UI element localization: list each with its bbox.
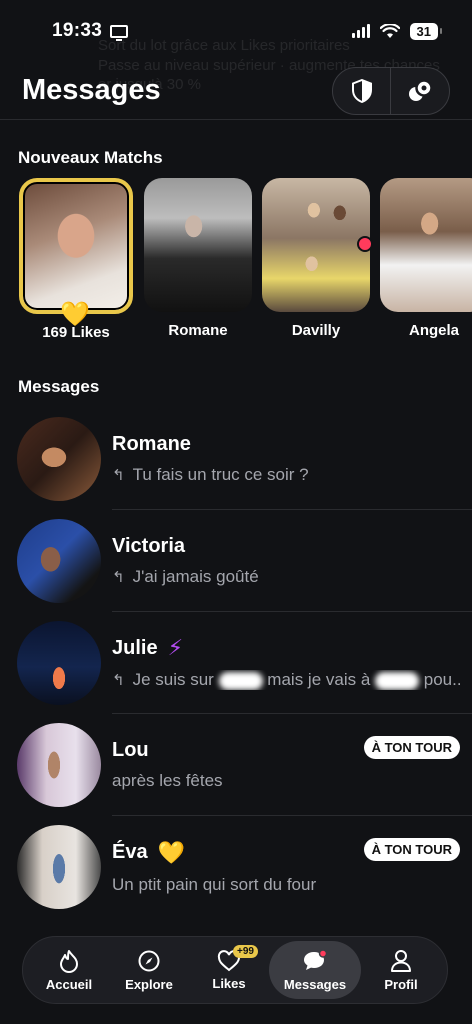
likes-card-image (19, 178, 133, 314)
preview-part: pou... (423, 670, 460, 689)
page-title: Messages (22, 74, 161, 106)
redacted-text (218, 671, 263, 690)
page-header: Sort du lot grâce aux Likes prioritaires… (0, 37, 472, 120)
safety-button[interactable] (333, 67, 391, 114)
nav-explore[interactable]: Explore (109, 941, 189, 999)
match-photo (262, 178, 370, 312)
compass-icon (138, 950, 160, 971)
match-name: Romane (168, 322, 228, 339)
match-name: Davilly (291, 322, 341, 339)
double-bubble-icon (409, 78, 433, 101)
clock: 19:33 (52, 20, 103, 41)
new-matches-title: Nouveaux Matchs (18, 148, 163, 167)
message-row[interactable]: Lou après les fêtes À TON TOUR (0, 714, 472, 816)
match-card-angela[interactable]: Angela (380, 178, 472, 339)
boost-bolt-icon: ⚡ (167, 635, 184, 660)
contact-name: Romane (112, 432, 191, 455)
likes-card[interactable]: 💛 169 Likes (19, 178, 133, 341)
contact-name: Julie (112, 636, 158, 659)
nav-accueil[interactable]: Accueil (29, 941, 109, 999)
avatar (17, 723, 101, 807)
nav-likes[interactable]: +99 Likes (189, 941, 269, 999)
redacted-text (375, 671, 420, 690)
nav-label: Profil (384, 976, 418, 992)
nav-profil[interactable]: Profil (361, 941, 441, 999)
message-preview: après les fêtes (112, 770, 223, 790)
new-match-dot (357, 236, 373, 252)
contact-name: Éva (112, 841, 148, 863)
message-row[interactable]: Éva 💛 Un ptit pain qui sort du four À TON… (0, 816, 472, 918)
reply-icon: ↰ (112, 466, 125, 484)
chat-icon (304, 948, 328, 970)
message-row[interactable]: Romane ↰ Tu fais un truc ce soir ? (0, 408, 472, 510)
nav-label: Messages (283, 976, 347, 992)
connections-button[interactable] (391, 68, 449, 114)
match-card-romane[interactable]: Romane (144, 178, 252, 339)
match-photo (144, 178, 252, 312)
avatar (17, 519, 101, 603)
match-name: Angela (408, 322, 459, 339)
nav-label: Likes (212, 975, 246, 991)
bottom-nav: Accueil Explore +99 Likes Messages Profi… (22, 936, 448, 1004)
message-list: Romane ↰ Tu fais un truc ce soir ? Victor… (0, 408, 472, 918)
avatar (17, 417, 101, 501)
flame-icon (60, 949, 78, 973)
your-turn-badge: À TON TOUR (363, 838, 460, 861)
avatar (17, 621, 101, 705)
likes-count-badge: +99 (233, 945, 258, 958)
reply-icon: ↰ (112, 568, 125, 586)
contact-name: Lou (112, 738, 149, 761)
match-photo (380, 178, 472, 312)
shield-icon (351, 78, 372, 103)
super-like-icon: 💛 (157, 839, 185, 865)
match-card-davilly[interactable]: Davilly (262, 178, 373, 339)
person-icon (391, 949, 411, 972)
your-turn-badge: À TON TOUR (363, 736, 460, 759)
new-matches-row: 💛 169 Likes Romane Davilly Angela (18, 178, 472, 343)
message-row[interactable]: Julie ⚡ ↰ Je suis sur mais je vais à pou..… (0, 612, 472, 714)
gold-hearts-icon: 💛 (60, 301, 90, 328)
nav-messages[interactable]: Messages (269, 941, 361, 999)
reply-icon: ↰ (112, 672, 125, 689)
preview-part: mais je vais à (267, 670, 371, 689)
message-preview: J'ai jamais goûté (132, 566, 259, 586)
promo-line-1: Sort du lot grâce aux Likes prioritaires (98, 37, 350, 54)
preview-part: Je suis sur (132, 670, 214, 689)
contact-name: Victoria (112, 534, 185, 557)
message-preview: Je suis sur mais je vais à pou... (133, 670, 460, 690)
nav-label: Accueil (45, 976, 93, 992)
message-preview: Tu fais un truc ce soir ? (132, 464, 309, 484)
message-preview: Un ptit pain qui sort du four (112, 874, 317, 894)
nav-label: Explore (125, 976, 173, 992)
avatar (17, 825, 101, 909)
message-row[interactable]: Victoria ↰ J'ai jamais goûté (0, 510, 472, 612)
messages-section-title: Messages (18, 377, 100, 396)
header-actions (332, 66, 450, 115)
